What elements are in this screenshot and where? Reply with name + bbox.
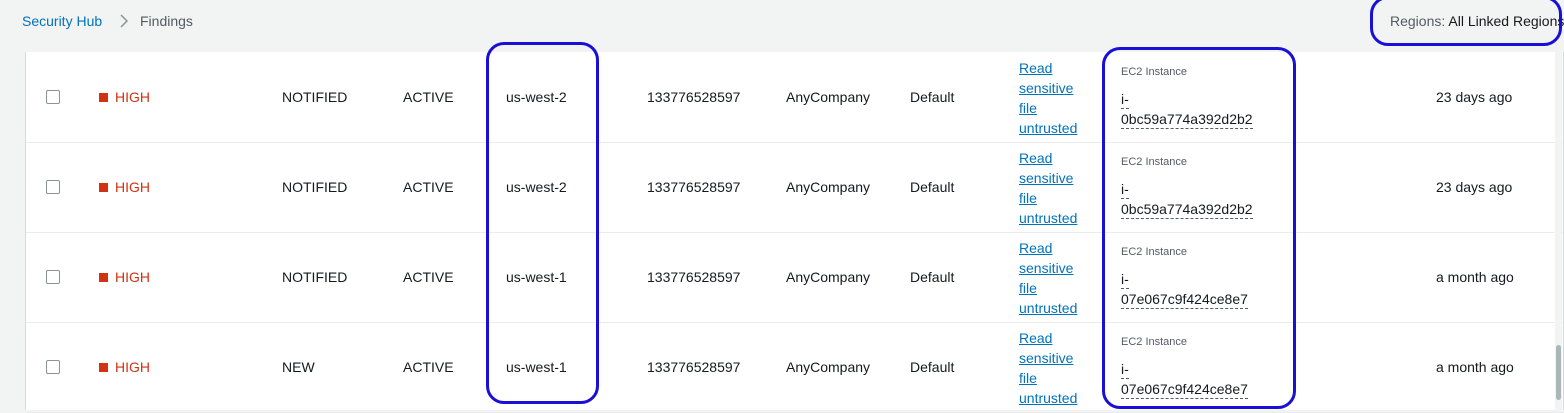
table-row[interactable]: HIGH NOTIFIED ACTIVE us-west-1 133776528…	[26, 232, 1563, 323]
table-row[interactable]: HIGH NOTIFIED ACTIVE us-west-2 133776528…	[26, 52, 1563, 143]
breadcrumb-security-hub[interactable]: Security Hub	[22, 13, 102, 29]
workflow-status: NOTIFIED	[282, 179, 348, 195]
workflow-status: NOTIFIED	[282, 89, 348, 105]
record-state: ACTIVE	[403, 89, 454, 105]
company-name: AnyCompany	[786, 179, 871, 195]
severity-square-icon	[99, 273, 108, 282]
account-id: 133776528597	[647, 89, 741, 105]
updated-time: 23 days ago	[1436, 179, 1513, 195]
product-name: Default	[910, 269, 955, 285]
resource-id[interactable]: i- 0bc59a774a392d2b2	[1121, 89, 1253, 129]
region: us-west-2	[506, 89, 567, 105]
severity-square-icon	[99, 183, 108, 192]
scrollbar-thumb[interactable]	[1556, 345, 1561, 400]
company-name: AnyCompany	[786, 269, 871, 285]
product-name: Default	[910, 179, 955, 195]
regions-selector[interactable]: Regions: All Linked Regions	[1390, 13, 1564, 29]
record-state: ACTIVE	[403, 269, 454, 285]
regions-label: Regions:	[1390, 13, 1446, 29]
workflow-status: NOTIFIED	[282, 269, 348, 285]
company-name: AnyCompany	[786, 359, 871, 375]
workflow-status: NEW	[282, 359, 315, 375]
finding-title-link[interactable]: Read sensitive file untrusted	[1019, 238, 1099, 318]
resource-type: EC2 Instance	[1121, 66, 1188, 78]
resource-id[interactable]: i- 07e067c9f424ce8e7	[1121, 359, 1248, 399]
updated-time: a month ago	[1436, 269, 1514, 285]
resource-type: EC2 Instance	[1121, 336, 1188, 348]
breadcrumb-findings: Findings	[140, 13, 193, 29]
finding-title-link[interactable]: Read sensitive file untrusted	[1019, 148, 1099, 228]
table-row[interactable]: HIGH NOTIFIED ACTIVE us-west-2 133776528…	[26, 142, 1563, 233]
regions-value: All Linked Regions	[1448, 13, 1564, 29]
resource-id[interactable]: i- 07e067c9f424ce8e7	[1121, 269, 1248, 309]
account-id: 133776528597	[647, 269, 741, 285]
severity-square-icon	[99, 93, 108, 102]
severity-label: HIGH	[115, 269, 150, 285]
table-row[interactable]: HIGH NEW ACTIVE us-west-1 133776528597 A…	[26, 322, 1563, 413]
severity-label: HIGH	[115, 359, 150, 375]
updated-time: a month ago	[1436, 359, 1514, 375]
top-bar: Security Hub Findings Regions: All Linke…	[0, 0, 1564, 44]
row-checkbox[interactable]	[46, 90, 60, 104]
chevron-right-icon	[120, 14, 129, 28]
row-checkbox[interactable]	[46, 360, 60, 374]
account-id: 133776528597	[647, 359, 741, 375]
severity-label: HIGH	[115, 179, 150, 195]
row-checkbox[interactable]	[46, 270, 60, 284]
resource-id[interactable]: i- 0bc59a774a392d2b2	[1121, 179, 1253, 219]
resource-type: EC2 Instance	[1121, 156, 1188, 168]
account-id: 133776528597	[647, 179, 741, 195]
product-name: Default	[910, 89, 955, 105]
region: us-west-2	[506, 179, 567, 195]
finding-title-link[interactable]: Read sensitive file untrusted	[1019, 328, 1099, 408]
severity-label: HIGH	[115, 89, 150, 105]
record-state: ACTIVE	[403, 359, 454, 375]
record-state: ACTIVE	[403, 179, 454, 195]
resource-type: EC2 Instance	[1121, 246, 1188, 258]
product-name: Default	[910, 359, 955, 375]
findings-table: HIGH NOTIFIED ACTIVE us-west-2 133776528…	[25, 52, 1564, 413]
updated-time: 23 days ago	[1436, 89, 1513, 105]
finding-title-link[interactable]: Read sensitive file untrusted	[1019, 58, 1099, 138]
company-name: AnyCompany	[786, 89, 871, 105]
row-checkbox[interactable]	[46, 180, 60, 194]
region: us-west-1	[506, 359, 567, 375]
severity-square-icon	[99, 363, 108, 372]
region: us-west-1	[506, 269, 567, 285]
